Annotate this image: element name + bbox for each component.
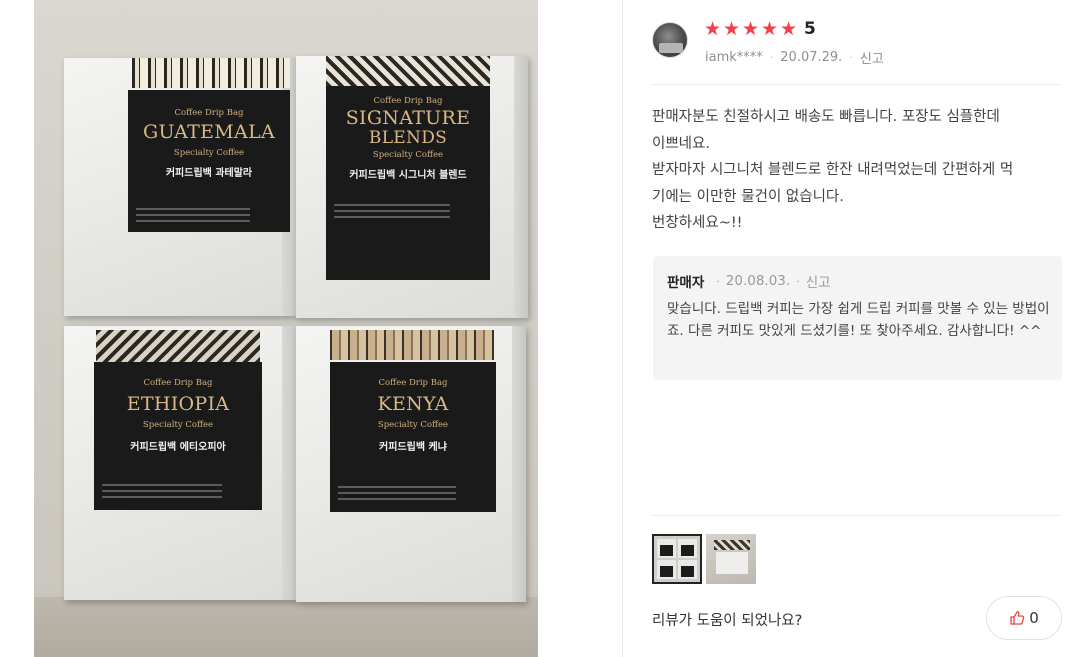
- review-body: 판매자분도 친절하시고 배송도 빠릅니다. 포장도 심플한데 이쁘네요. 받자마…: [652, 109, 1014, 231]
- photo-thumbnails: [652, 534, 756, 584]
- reply-body: 맞습니다. 드립백 커피는 가장 쉽게 드립 커피를 맛볼 수 있는 방법이죠.…: [667, 301, 1050, 339]
- separator-dot: ·: [716, 274, 720, 288]
- review-meta: iamk**** · 20.07.29. · 신고: [705, 48, 884, 67]
- star-icon: ★: [761, 18, 779, 40]
- coffee-box-signature: Coffee Drip Bag SIGNATURE BLENDS Special…: [296, 56, 528, 318]
- rating-value: 5: [804, 19, 816, 39]
- review-date: 20.07.29.: [780, 50, 843, 65]
- coffee-box-guatemala: Coffee Drip Bag GUATEMALA Specialty Coff…: [64, 58, 296, 316]
- review-username: iamk****: [705, 50, 763, 65]
- box-label: Coffee Drip Bag GUATEMALA Specialty Coff…: [128, 90, 290, 232]
- photo-thumbnail-selected[interactable]: [652, 534, 702, 584]
- separator-dot: ·: [796, 274, 800, 288]
- coffee-box-ethiopia: Coffee Drip Bag ETHIOPIA Specialty Coffe…: [64, 326, 296, 600]
- avatar[interactable]: [652, 22, 688, 58]
- star-icon: ★: [742, 18, 760, 40]
- reply-report-link[interactable]: 신고: [806, 271, 831, 291]
- box-label: Coffee Drip Bag SIGNATURE BLENDS Special…: [326, 86, 490, 280]
- star-rating: ★ ★ ★ ★ ★ 5: [704, 18, 816, 40]
- star-icon: ★: [723, 18, 741, 40]
- seller-reply: 판매자 · 20.08.03. · 신고 맞습니다. 드립백 커피는 가장 쉽게…: [653, 256, 1062, 380]
- box-label: Coffee Drip Bag KENYA Specialty Coffee 커…: [330, 362, 496, 512]
- helpful-count: 0: [1029, 609, 1039, 627]
- reply-author: 판매자: [667, 275, 705, 291]
- star-icon: ★: [704, 18, 722, 40]
- box-label: Coffee Drip Bag ETHIOPIA Specialty Coffe…: [94, 362, 262, 510]
- divider: [652, 515, 1060, 516]
- reply-date: 20.08.03.: [725, 273, 791, 289]
- photo-thumbnail[interactable]: [706, 534, 756, 584]
- report-link[interactable]: 신고: [860, 48, 884, 67]
- separator-dot: ·: [849, 51, 853, 64]
- divider: [652, 84, 1060, 85]
- coffee-box-kenya: Coffee Drip Bag KENYA Specialty Coffee 커…: [296, 326, 526, 602]
- panel-divider: [622, 0, 623, 657]
- helpful-question: 리뷰가 도움이 되었나요?: [652, 613, 803, 629]
- review-photo[interactable]: Coffee Drip Bag GUATEMALA Specialty Coff…: [34, 0, 538, 657]
- separator-dot: ·: [769, 51, 774, 64]
- helpful-button[interactable]: 0: [986, 596, 1062, 640]
- reply-header: 판매자 · 20.08.03. · 신고: [667, 271, 1048, 291]
- thumbs-up-icon: [1010, 611, 1025, 625]
- star-icon: ★: [780, 18, 798, 40]
